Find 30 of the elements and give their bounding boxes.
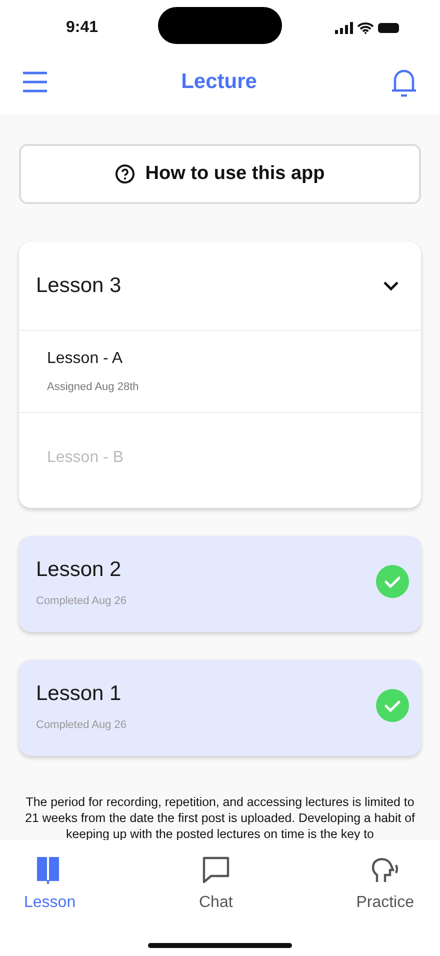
battery-icon xyxy=(378,22,400,34)
page-title: Lecture xyxy=(181,69,257,96)
lesson-item-title: Lesson - B xyxy=(47,448,124,468)
lesson-item[interactable]: Lesson - A Assigned Aug 28th xyxy=(19,330,421,412)
lesson-header[interactable]: Lesson 3 xyxy=(19,242,421,330)
menu-button[interactable] xyxy=(22,71,48,93)
completed-date: Completed Aug 26 xyxy=(36,594,127,609)
question-icon xyxy=(115,164,136,184)
signal-icon xyxy=(335,22,353,34)
help-button[interactable]: How to use this app xyxy=(19,144,421,204)
lesson-card[interactable]: Lesson 1 Completed Aug 26 xyxy=(19,660,421,756)
lesson-title: Lesson 2 xyxy=(36,556,122,582)
notification-button[interactable] xyxy=(390,67,418,97)
assigned-date: Assigned Aug 28th xyxy=(47,380,140,394)
bell-icon xyxy=(390,67,418,97)
notice-text: The period for recording, repetition, and accessing lectures is limited to 21 weeks from the date the first post is uploaded. Developing a habit of keeping up with the posted lectures on time is the key to xyxy=(24,794,416,840)
check-circle-icon xyxy=(376,565,409,598)
wifi-icon xyxy=(357,22,374,34)
time-label: 9:41 xyxy=(66,18,98,38)
tab-button[interactable]: Practice xyxy=(356,856,414,918)
chat-bubble-icon xyxy=(202,856,230,885)
lesson-title: Lesson 1 xyxy=(36,680,122,706)
lesson-item-title: Lesson - A xyxy=(47,348,124,368)
menu-icon xyxy=(22,71,48,93)
tab-button[interactable]: Chat xyxy=(199,856,233,918)
speaking-head-icon xyxy=(371,856,400,885)
completed-date: Completed Aug 26 xyxy=(36,718,127,733)
lesson-card[interactable]: Lesson 2 Completed Aug 26 xyxy=(19,536,421,632)
check-circle-icon xyxy=(376,689,409,722)
tab-button[interactable]: Lesson xyxy=(24,856,76,918)
